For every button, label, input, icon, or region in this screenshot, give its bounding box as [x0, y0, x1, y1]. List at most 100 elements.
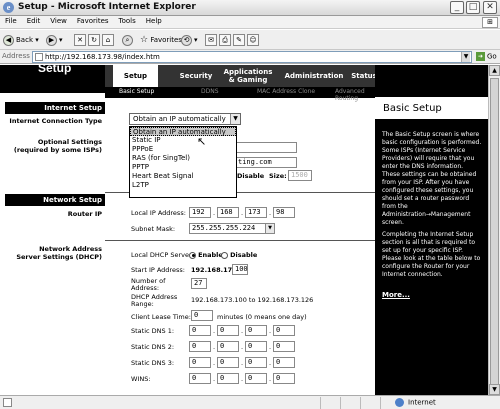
mtu-state[interactable]: Disable: [237, 172, 264, 180]
menu-file[interactable]: File: [0, 16, 22, 25]
maximize-button[interactable]: □: [466, 1, 480, 14]
chevron-down-icon[interactable]: ▼: [230, 114, 240, 124]
wins-label: WINS:: [131, 375, 151, 383]
option-pppoe[interactable]: PPPoE: [130, 145, 236, 154]
menu-help[interactable]: Help: [141, 16, 167, 25]
start-ip-input[interactable]: 100: [232, 264, 248, 275]
page-done-icon: [3, 398, 12, 407]
dhcp-disable-option[interactable]: Disable: [221, 251, 257, 259]
ie-logo-icon: e: [3, 2, 14, 13]
vertical-scrollbar[interactable]: ▲ ▼: [488, 65, 500, 395]
mail-icon[interactable]: ✉: [205, 34, 217, 46]
static-dns-2-label: Static DNS 2:: [131, 343, 175, 351]
scroll-thumb[interactable]: [490, 78, 499, 388]
menu-view[interactable]: View: [45, 16, 72, 25]
tab-administration[interactable]: Administration: [283, 67, 345, 85]
local-ip-label: Local IP Address:: [131, 209, 186, 217]
subnet-mask-label: Subnet Mask:: [131, 225, 176, 233]
title-bar: e Setup - Microsoft Internet Explorer _ …: [0, 0, 500, 16]
option-static-ip[interactable]: Static IP: [130, 136, 236, 145]
static-dns-1-octet-1[interactable]: 0: [189, 325, 211, 336]
static-dns-2-octet-4[interactable]: 0: [273, 341, 295, 352]
static-dns-3-octet-2[interactable]: 0: [217, 357, 239, 368]
address-dropdown-icon[interactable]: ▼: [461, 52, 470, 62]
static-dns-2-octet-3[interactable]: 0: [245, 341, 267, 352]
static-dns-3-label: Static DNS 3:: [131, 359, 175, 367]
local-ip-octet-4[interactable]: 98: [273, 207, 295, 218]
tab-applications-gaming[interactable]: Applications & Gaming: [223, 67, 273, 85]
option-heart-beat[interactable]: Heart Beat Signal: [130, 172, 236, 181]
subnet-mask-select[interactable]: 255.255.255.224 ▼: [189, 223, 275, 234]
favorites-button[interactable]: ☆ Favorites: [140, 33, 182, 47]
wins-octet-2[interactable]: 0: [217, 373, 239, 384]
local-ip-octet-3[interactable]: 173: [245, 207, 267, 218]
subtab-bar: Basic Setup DDNS MAC Address Clone Advan…: [105, 87, 375, 102]
subtab-ddns[interactable]: DDNS: [201, 88, 219, 95]
mtu-size-input[interactable]: 1500: [288, 170, 312, 181]
option-l2tp[interactable]: L2TP: [130, 181, 236, 190]
back-button[interactable]: ◀ Back ▾: [3, 33, 39, 47]
wins-octet-1[interactable]: 0: [189, 373, 211, 384]
radio-enable[interactable]: [189, 251, 196, 259]
more-link[interactable]: More...: [382, 291, 410, 299]
menu-tools[interactable]: Tools: [114, 16, 141, 25]
close-button[interactable]: ✕: [483, 1, 497, 14]
dhcp-enable-option[interactable]: Enable: [189, 251, 223, 259]
octet-dot: .: [269, 375, 272, 383]
main-form: Setup Security Applications & Gaming Adm…: [105, 65, 377, 395]
stop-icon[interactable]: ✕: [74, 34, 86, 46]
dhcp-range-label-2: Range:: [131, 300, 154, 308]
radio-disable[interactable]: [221, 251, 228, 259]
router-ip-label: Router IP: [67, 210, 102, 218]
static-dns-3-octet-3[interactable]: 0: [245, 357, 267, 368]
lease-time-input[interactable]: 0: [191, 310, 213, 321]
search-button[interactable]: ⌕: [122, 33, 135, 47]
menu-edit[interactable]: Edit: [22, 16, 46, 25]
wins-octet-4[interactable]: 0: [273, 373, 295, 384]
mouse-cursor-icon: ↖: [197, 135, 207, 148]
option-pptp[interactable]: PPTP: [130, 163, 236, 172]
local-ip-octet-1[interactable]: 192: [189, 207, 211, 218]
refresh-icon[interactable]: ↻: [88, 34, 100, 46]
octet-dot: .: [213, 327, 216, 335]
octet-dot: .: [269, 327, 272, 335]
static-dns-2-octet-1[interactable]: 0: [189, 341, 211, 352]
menu-favorites[interactable]: Favorites: [72, 16, 114, 25]
static-dns-2-octet-2[interactable]: 0: [217, 341, 239, 352]
subtab-mac-address-clone[interactable]: MAC Address Clone: [257, 88, 315, 95]
home-icon[interactable]: ⌂: [102, 34, 114, 46]
option-obtain-ip[interactable]: Obtain an IP automatically: [130, 127, 236, 136]
static-dns-1-octet-4[interactable]: 0: [273, 325, 295, 336]
subtab-advanced-routing[interactable]: Advanced Routing: [335, 88, 375, 102]
static-dns-3-octet-4[interactable]: 0: [273, 357, 295, 368]
static-dns-3-octet-1[interactable]: 0: [189, 357, 211, 368]
connection-type-select[interactable]: Obtain an IP automatically ▼: [129, 113, 241, 125]
static-dns-1-octet-2[interactable]: 0: [217, 325, 239, 336]
minimize-button[interactable]: _: [450, 1, 464, 14]
messenger-icon[interactable]: ☺: [247, 34, 259, 46]
print-icon[interactable]: ⎙: [219, 34, 231, 46]
tab-status[interactable]: Status: [351, 67, 377, 85]
left-column: Setup Internet Setup Internet Connection…: [0, 65, 105, 395]
scroll-down-icon[interactable]: ▼: [489, 384, 500, 395]
wins-octet-3[interactable]: 0: [245, 373, 267, 384]
tab-setup[interactable]: Setup: [113, 65, 158, 87]
local-ip-octet-2[interactable]: 168: [217, 207, 239, 218]
octet-dot: .: [241, 359, 244, 367]
go-button[interactable]: ➜ Go: [476, 52, 497, 61]
option-ras[interactable]: RAS (for SingTel): [130, 154, 236, 163]
subtab-basic-setup[interactable]: Basic Setup: [119, 88, 154, 95]
tab-security[interactable]: Security: [171, 67, 221, 85]
scroll-up-icon[interactable]: ▲: [489, 65, 500, 76]
page-icon: [35, 53, 43, 61]
edit-icon[interactable]: ✎: [233, 34, 245, 46]
brand-strip: Setup: [0, 65, 105, 93]
address-input[interactable]: http://192.168.173.98/index.htm ▼: [32, 51, 472, 63]
tab-bar: Setup Security Applications & Gaming Adm…: [105, 65, 377, 87]
number-of-users-input[interactable]: 27: [191, 278, 207, 289]
history-button[interactable]: ⟲ ▾: [181, 33, 198, 47]
static-dns-1-octet-3[interactable]: 0: [245, 325, 267, 336]
forward-button[interactable]: ▶ ▾: [46, 33, 63, 47]
windows-logo-icon: ⊞: [482, 17, 498, 28]
search-icon: ⌕: [122, 34, 133, 46]
